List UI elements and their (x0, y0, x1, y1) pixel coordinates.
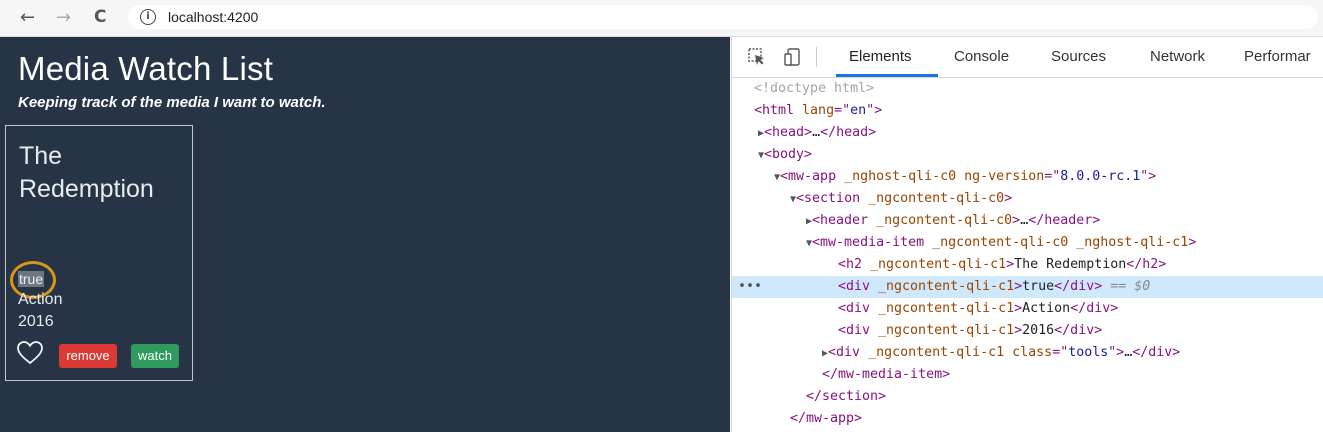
devtools-tabbar: Elements Console Sources Network Perform… (732, 37, 1323, 78)
div-genre-text: Action (1022, 301, 1071, 316)
dom-tree: <!doctype html> <html lang="en"> ▶<head>… (732, 78, 1323, 430)
address-bar[interactable]: i localhost:4200 (128, 5, 1318, 29)
devtools-panel: Elements Console Sources Network Perform… (731, 37, 1323, 432)
watch-button[interactable]: watch (131, 344, 179, 368)
tab-elements[interactable]: Elements (849, 48, 912, 65)
dom-node-section[interactable]: ▼<section _ngcontent-qli-c0> (732, 188, 1323, 210)
active-tab-indicator (836, 74, 938, 77)
dom-node-close-mw-app[interactable]: </mw-app> (732, 408, 1323, 430)
div-year-text: 2016 (1022, 323, 1055, 338)
tools-class-value: tools (1068, 345, 1109, 360)
dom-node-doctype[interactable]: <!doctype html> (732, 78, 1323, 100)
dom-node-mw-media-item[interactable]: ▼<mw-media-item _ngcontent-qli-c0 _nghos… (732, 232, 1323, 254)
tab-sources[interactable]: Sources (1051, 48, 1106, 65)
heart-icon[interactable] (17, 341, 43, 365)
media-item-genre: Action (18, 291, 63, 308)
toolbar-divider (816, 47, 817, 67)
dom-node-close-mw-media-item[interactable]: </mw-media-item> (732, 364, 1323, 386)
dom-node-head[interactable]: ▶<head>…</head> (732, 122, 1323, 144)
reload-icon[interactable]: C (94, 7, 106, 27)
media-item-title: The Redemption (19, 142, 154, 203)
dom-node-body[interactable]: ▼<body> (732, 144, 1323, 166)
url-text[interactable]: localhost:4200 (168, 9, 258, 25)
dom-node-div-genre[interactable]: <div _ngcontent-qli-c1>Action</div> (732, 298, 1323, 320)
remove-button[interactable]: remove (59, 344, 117, 368)
page-title: Media Watch List (18, 50, 274, 87)
page-subtitle: Keeping track of the media I want to wat… (18, 94, 326, 111)
media-item-card: The Redemption true Action 2016 remove w… (5, 125, 193, 381)
more-options-icon[interactable]: ••• (738, 276, 762, 298)
tab-console[interactable]: Console (954, 48, 1009, 65)
inspect-element-icon[interactable] (748, 48, 766, 66)
media-item-year: 2016 (18, 313, 54, 330)
dom-node-html[interactable]: <html lang="en"> (732, 100, 1323, 122)
tab-network[interactable]: Network (1150, 48, 1205, 65)
div-watched-text: true (1022, 279, 1055, 294)
browser-toolbar: ← → C i localhost:4200 (0, 0, 1323, 37)
dom-node-div-watched[interactable]: ••• <div _ngcontent-qli-c1>true</div> == … (732, 276, 1323, 298)
app-viewport: Media Watch List Keeping track of the me… (0, 37, 730, 432)
doctype-text: <!doctype html> (754, 81, 875, 96)
dom-node-close-section[interactable]: </section> (732, 386, 1323, 408)
dom-node-header[interactable]: ▶<header _ngcontent-qli-c0>…</header> (732, 210, 1323, 232)
ng-version-value: 8.0.0-rc.1 (1060, 169, 1141, 184)
tab-performance[interactable]: Performar (1244, 48, 1311, 65)
forward-icon[interactable]: → (56, 7, 71, 28)
dom-node-h2[interactable]: <h2 _ngcontent-qli-c1>The Redemption</h2… (732, 254, 1323, 276)
html-lang-value: en (850, 103, 867, 118)
h2-text: The Redemption (1014, 257, 1127, 272)
dom-node-mw-app[interactable]: ▼<mw-app _nghost-qli-c0 ng-version="8.0.… (732, 166, 1323, 188)
selected-node-marker: == $0 (1110, 279, 1151, 294)
info-icon[interactable]: i (140, 9, 156, 25)
device-toolbar-icon[interactable] (784, 48, 802, 66)
dom-node-div-year[interactable]: <div _ngcontent-qli-c1>2016</div> (732, 320, 1323, 342)
back-icon[interactable]: ← (20, 7, 35, 28)
dom-node-div-tools[interactable]: ▶<div _ngcontent-qli-c1 class="tools">…<… (732, 342, 1323, 364)
